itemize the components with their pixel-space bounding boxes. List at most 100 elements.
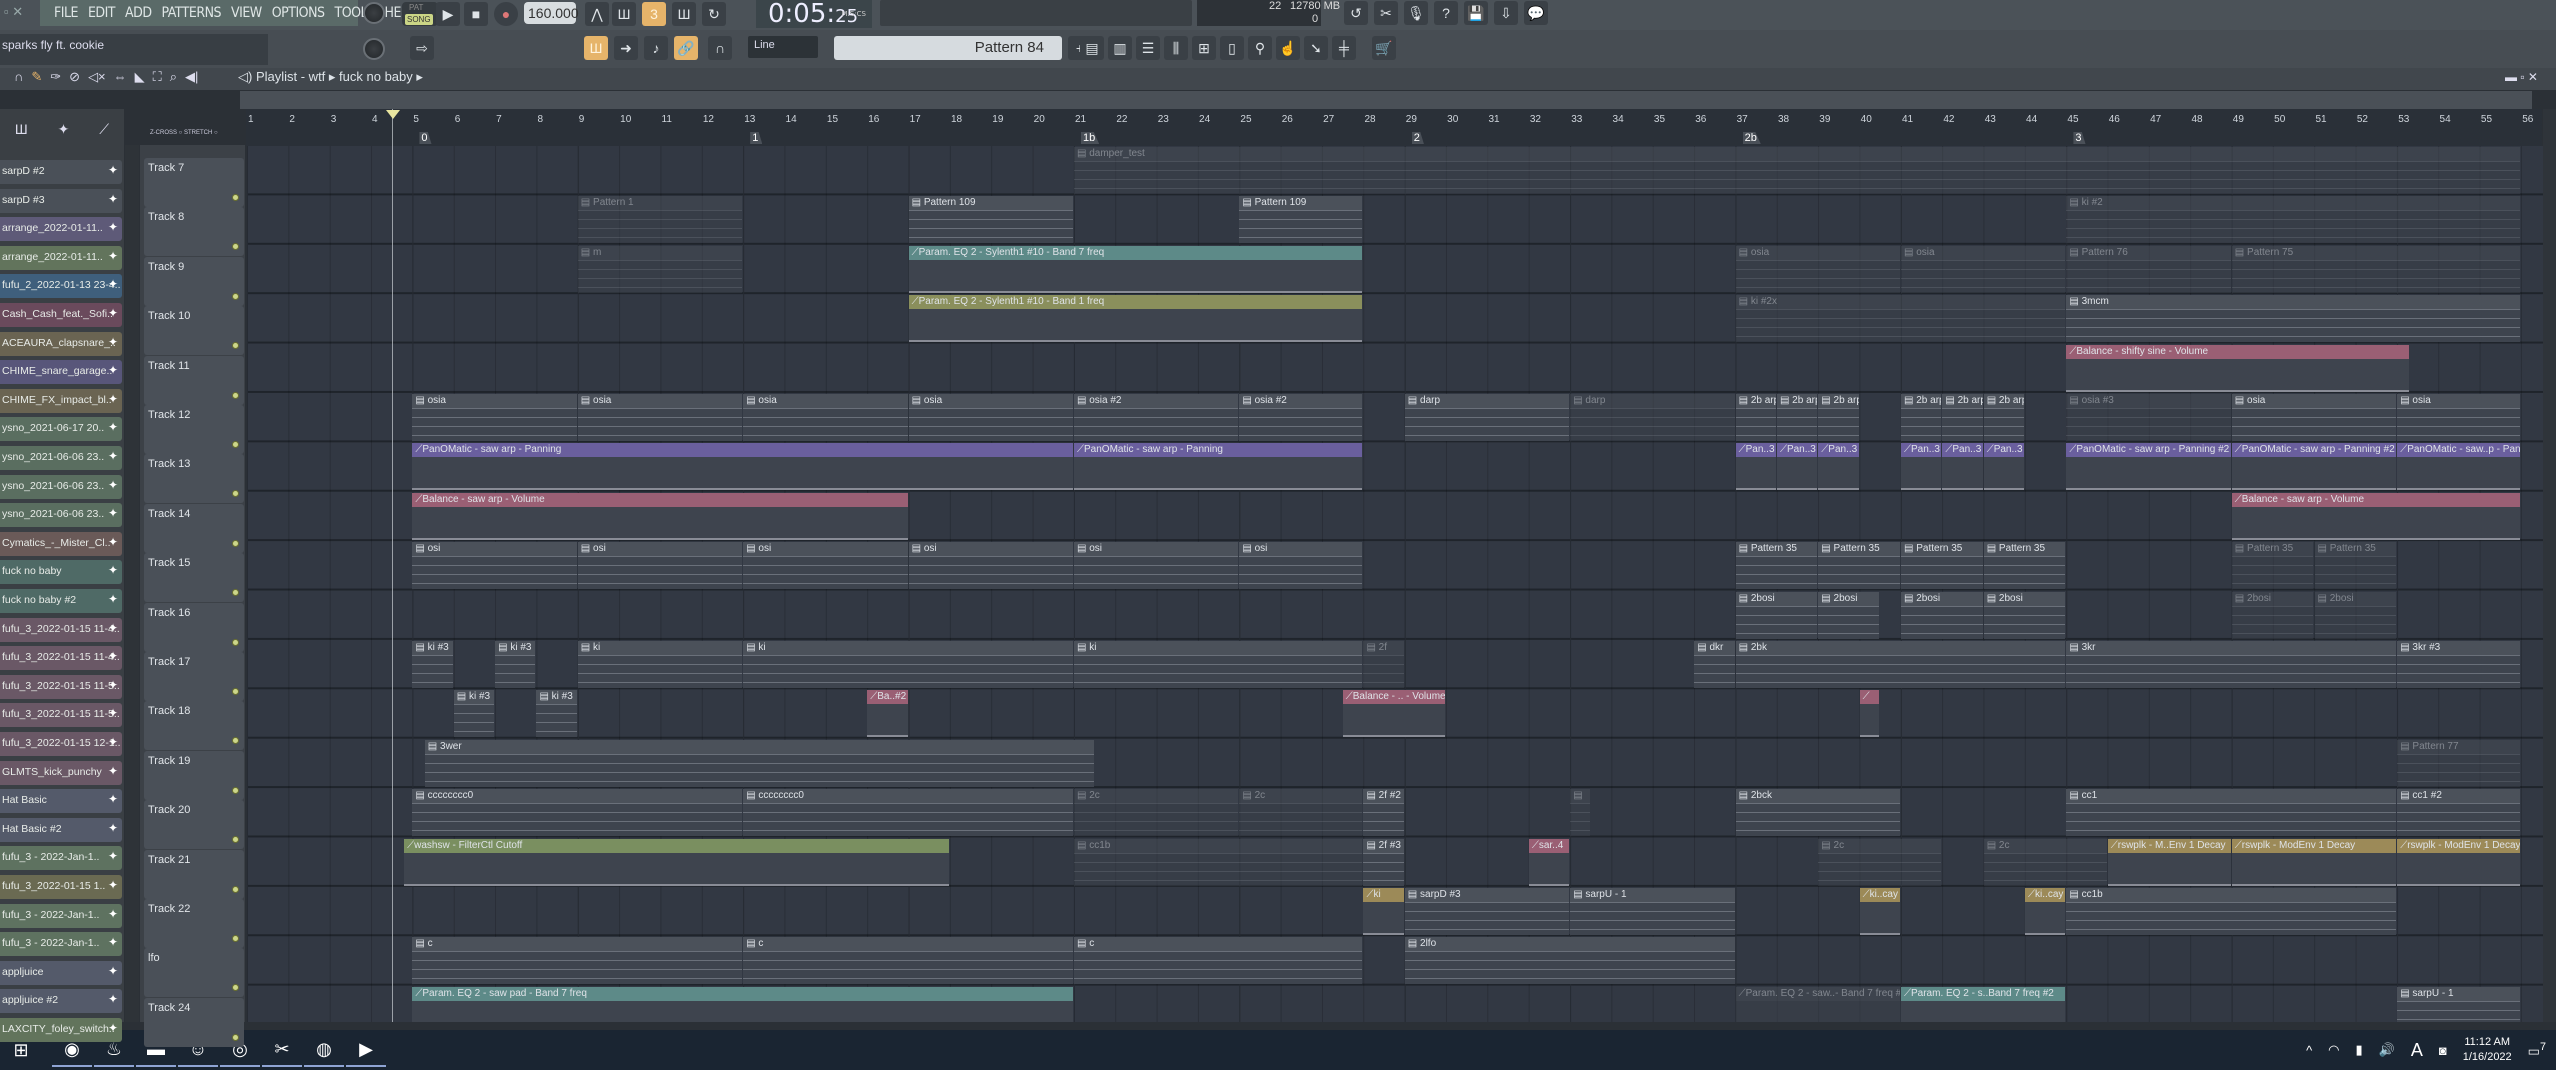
channel-item[interactable]: fufu_3 - 2022-Jan-1.. ✦ (0, 846, 122, 871)
track-enable-toggle[interactable] (232, 243, 239, 251)
track-header[interactable]: Track 18 (144, 701, 244, 751)
pattern-clip[interactable]: ▤ cc1 (2066, 789, 2397, 837)
pattern-clip[interactable]: ▤ 2lfo (1404, 937, 1735, 985)
pattern-clip[interactable]: ▤ 2f #2 (1363, 789, 1404, 837)
automation-clip[interactable]: ⟋ki..cay (2025, 888, 2066, 935)
master-pitch-knob[interactable] (363, 38, 385, 60)
track-header[interactable]: Track 10 (144, 306, 244, 356)
pattern-clip[interactable]: ▤ 3wer (424, 739, 1094, 787)
pattern-clip[interactable]: ▤ ki #3 (495, 641, 536, 688)
channel-item[interactable]: fufu_3_2022-01-15 1.. ✦ (0, 875, 122, 899)
pattern-clip[interactable]: ▤ Pattern 35 (1818, 542, 1900, 590)
pattern-clip[interactable]: ▤ m (577, 245, 743, 293)
pattern-clip[interactable]: ▤ 3kr (2066, 641, 2397, 688)
browser-icon[interactable]: ⊞ (1192, 36, 1216, 60)
automation-clip[interactable]: ⟋Balance - .. - Volume (1342, 690, 1446, 738)
link-icon[interactable]: 🔗 (674, 36, 698, 60)
pattern-clip[interactable]: ▤ cc1b (1074, 838, 1363, 886)
track-header[interactable]: Track 7 (144, 158, 244, 207)
tempo-display[interactable]: 160.000 (524, 2, 579, 24)
pencil-icon[interactable]: ✎ (31, 69, 42, 85)
pattern-clip[interactable]: ▤ sarpU - 1 (1570, 888, 1735, 935)
pattern-clip[interactable]: ▤ osi (908, 542, 1073, 590)
track-enable-toggle[interactable] (232, 737, 239, 745)
menu-view[interactable]: VIEW (231, 5, 262, 21)
pattern-clip[interactable]: ▤ osi (1239, 542, 1363, 590)
channel-item[interactable]: LAXCITY_foley_switch.. ✦ (0, 1018, 122, 1042)
automation-clip[interactable]: ⟋Param. EQ 2 - saw pad - Band 7 freq (412, 986, 1073, 1022)
pattern-clip[interactable]: ▤ 2bosi (1735, 591, 1818, 639)
channel-item[interactable]: arrange_2022-01-11.. ✦ (0, 217, 122, 242)
playlist-icon[interactable]: ▤ (1080, 36, 1104, 60)
loop-record-icon[interactable]: ↻ (702, 2, 726, 26)
pattern-clip[interactable]: ▤ 2c (1983, 838, 2107, 886)
pattern-clip[interactable]: ▤ Pattern 76 (2066, 245, 2231, 293)
pattern-clip[interactable]: ▤ Pattern 77 (2397, 739, 2521, 787)
input-language-icon[interactable]: A (2411, 1040, 2423, 1061)
pattern-clip[interactable]: ▤ 2b arp (1776, 394, 1818, 441)
channel-item[interactable]: sarpD #2 ✦ (0, 160, 122, 184)
pattern-clip[interactable]: ▤ Pattern 75 (2231, 245, 2521, 293)
automation-view-icon[interactable]: ⟋ (99, 121, 109, 138)
track-header[interactable]: lfo (144, 948, 244, 998)
channel-item[interactable]: sarpD #3 ✦ (0, 188, 122, 213)
pattern-clip[interactable]: ▤ dkr (1694, 641, 1735, 688)
automation-clip[interactable]: ⟋Ba..#2 (867, 690, 908, 738)
automation-clip[interactable]: ⟋Param. EQ 2 - saw..- Band 7 freq #2 (1735, 986, 1900, 1022)
notifications-icon[interactable]: ▭7 (2528, 1041, 2546, 1059)
timeline-marker[interactable]: 1b (1081, 132, 1100, 144)
zcross-stretch-toggles[interactable]: Z-CROSS ○ STRETCH ○ (150, 130, 218, 136)
channel-item[interactable]: fufu_3_2022-01-15 12-1.. ✦ (0, 732, 122, 756)
channel-item[interactable]: CHIME_snare_garage.. ✦ (0, 360, 122, 385)
automation-clip[interactable]: ⟋ (1859, 690, 1880, 738)
automation-clip[interactable]: ⟋Pan..3 (1776, 443, 1818, 491)
pattern-clip[interactable]: ▤ osia (743, 394, 908, 441)
pattern-clip[interactable]: ▤ Pattern 109 (908, 196, 1073, 244)
pattern-clip[interactable]: ▤ 2b arp (1901, 394, 1942, 441)
track-enable-toggle[interactable] (232, 391, 239, 399)
channel-item[interactable]: GLMTS_kick_punchy ✦ (0, 760, 122, 785)
audio-view-icon[interactable]: ✦ (58, 121, 70, 138)
pattern-clip[interactable]: ▤ 3mcm (2066, 295, 2521, 343)
pattern-clip[interactable]: ▤ 2bosi (2231, 591, 2314, 639)
pattern-clip[interactable]: ▤ Pattern 35 (2314, 542, 2397, 590)
track-header[interactable]: Track 24 (144, 997, 244, 1047)
pattern-clip[interactable]: ▤ c (1074, 937, 1363, 985)
picker-scrollbar[interactable] (125, 145, 139, 1022)
video-editor-icon[interactable]: ▶ (346, 1033, 386, 1067)
pattern-clip[interactable]: ▤ osia (2397, 394, 2521, 441)
pattern-clip[interactable]: ▤ 2c (1239, 789, 1363, 837)
pattern-clip[interactable]: ▤ 2bosi (1901, 591, 1983, 639)
touch-icon[interactable]: ☝ (1276, 36, 1300, 60)
wifi-icon[interactable]: ◠ (2328, 1042, 2339, 1058)
metronome-icon[interactable]: ⋀ (585, 2, 609, 26)
marker-lane[interactable]: 0 1 1b 2 2b 3 (246, 132, 2542, 146)
track-header[interactable]: Track 16 (144, 602, 244, 652)
automation-clip[interactable]: ⟋sar..4 (1528, 838, 1570, 886)
pattern-clip[interactable]: ▤ 2bk (1735, 641, 2066, 688)
playlist-window-controls[interactable]: ▬ ▫ ✕ (2505, 70, 2538, 84)
automation-clip[interactable]: ⟋Param. EQ 2 - Sylenth1 #10 - Band 1 fre… (908, 295, 1363, 343)
pattern-clip[interactable]: ▤ darp (1404, 394, 1570, 441)
fader-icon[interactable]: ╪ (1332, 36, 1356, 60)
arrangement-name[interactable]: fuck no baby (339, 69, 413, 84)
pattern-clip[interactable]: ▤ ki (577, 641, 743, 688)
menu-file[interactable]: FILE (54, 5, 78, 21)
track-header[interactable]: Track 8 (144, 207, 244, 257)
pattern-clip[interactable]: ▤ 2b arp (1735, 394, 1776, 441)
channel-rack-icon[interactable]: ☰ (1136, 36, 1160, 60)
pattern-clip[interactable]: ▤ 2c (1818, 838, 1942, 886)
delete-icon[interactable]: ⊘ (69, 69, 80, 85)
channel-item[interactable]: fufu_2_2022-01-13 23-4.. ✦ (0, 274, 122, 299)
pattern-clip[interactable]: ▤ cccccccc0 (412, 789, 743, 837)
pattern-clip[interactable]: ▤ ki #3 (453, 690, 495, 738)
channel-item[interactable]: ysno_2021-06-06 23.. ✦ (0, 446, 122, 470)
menu-patterns[interactable]: PATTERNS (162, 5, 222, 21)
pattern-clip[interactable]: ▤ ki (743, 641, 1073, 688)
automation-clip[interactable]: ⟋rswplk - ModEnv 1 Decay (2231, 838, 2397, 886)
play-button[interactable]: ▶ (436, 2, 460, 26)
paint-icon[interactable]: ✑ (50, 69, 61, 85)
timeline-marker[interactable]: 1 (750, 132, 763, 144)
track-enable-toggle[interactable] (232, 638, 239, 646)
channel-item[interactable]: Cash_Cash_feat._Sofi.. ✦ (0, 303, 122, 327)
